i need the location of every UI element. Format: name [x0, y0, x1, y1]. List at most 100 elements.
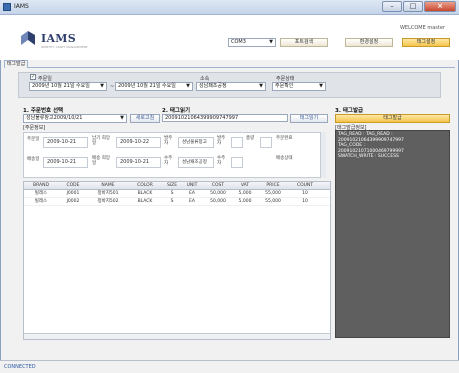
chevron-down-icon: ▼	[120, 115, 124, 121]
cell-code: J0001	[66, 191, 80, 196]
window-title: IAMS	[14, 3, 29, 10]
cell-size: S	[170, 191, 174, 196]
tag-read-button[interactable]: 태그읽기	[290, 114, 328, 123]
cell-price: 55,000	[265, 191, 281, 196]
table-hscrollbar[interactable]	[24, 333, 330, 339]
cell-code: J0002	[66, 199, 80, 204]
ship-status-label: 배송상태	[276, 156, 293, 161]
order-number-value: 성남물류창고2009/10/21	[26, 115, 83, 121]
cell-name: 청바지501	[97, 191, 119, 196]
cell-brand: 빌레스	[34, 191, 48, 196]
form-scrollbar[interactable]	[320, 132, 326, 178]
order-number-select[interactable]: 성남물류창고2009/10/21 ▼	[23, 114, 127, 123]
issuer-field-label: 발주자	[217, 136, 226, 146]
tag-issue-log: TAG_READ : TAG_READ : 200910210643999097…	[335, 130, 450, 338]
section1-title: 1. 주문번호 선택	[23, 108, 64, 114]
maximize-button[interactable]: □	[403, 1, 423, 12]
affiliation-label: 소속	[200, 76, 210, 82]
minimize-button[interactable]: –	[382, 1, 402, 12]
logo-subtitle: IDENTITY ASSET MANAGEMENT	[41, 45, 88, 49]
rcv-field-label: 수주자	[217, 156, 226, 166]
date-separator: ~	[110, 84, 115, 90]
order-date-field-label: 주문일	[27, 137, 40, 142]
cell-brand: 빌레스	[34, 199, 48, 204]
cell-count: 10	[302, 191, 308, 196]
welcome-text: WELCOME master	[399, 25, 445, 31]
cell-count: 10	[302, 199, 308, 204]
ship-date-field[interactable]: 2009-10-21	[43, 157, 88, 168]
receiver-field[interactable]: 성남패조공정	[178, 157, 214, 168]
order-date-field[interactable]: 2009-10-21	[43, 137, 88, 148]
tab-divider	[4, 67, 455, 68]
receiver-field-label: 수주자	[164, 156, 173, 166]
delivery-date-field[interactable]: 2009-10-22	[116, 137, 161, 148]
log-line: SWATCH_WRITE : SUCCESS	[338, 154, 399, 160]
cell-color: BLACK	[137, 191, 153, 196]
col-color[interactable]: COLOR	[128, 182, 162, 189]
col-price[interactable]: PRICE	[256, 182, 290, 189]
col-vat[interactable]: VAT	[234, 182, 256, 189]
table-row[interactable]: 빌레스 J0001 청바지501 BLACK S EA 50,000 5,000…	[24, 190, 330, 198]
order-status-select[interactable]: 주문확인 ▼	[272, 82, 326, 91]
issuer-field[interactable]	[231, 137, 243, 148]
status-bar: CONNECTED	[0, 360, 459, 373]
orderer-field[interactable]: 성남물류창고	[178, 137, 214, 148]
order-status-label: 주문상태	[276, 76, 295, 82]
chevron-down-icon: ▼	[319, 83, 323, 89]
cell-color: BLACK	[137, 199, 153, 204]
rcv-field[interactable]	[231, 157, 243, 168]
order-date-label: 주문일	[38, 76, 52, 82]
ship-hope-field[interactable]: 2009-10-21	[116, 157, 161, 168]
cell-unit: EA	[189, 199, 195, 204]
section2-title: 2. 태그읽기	[162, 108, 191, 114]
port-search-button[interactable]: 포트검색	[280, 38, 328, 47]
affiliation-select[interactable]: 성남패조공정 ▼	[196, 82, 266, 91]
close-button[interactable]: ×	[424, 1, 456, 12]
date-from-picker[interactable]: 2009년 10월 21일 수요일 ▼	[29, 82, 107, 91]
order-status-value: 주문확인	[275, 83, 294, 89]
col-count[interactable]: COUNT	[290, 182, 320, 189]
section3-title: 3. 태그발급	[335, 108, 364, 114]
order-date-checkbox[interactable]: ✓	[30, 74, 36, 80]
ship-date-field-label: 배송일	[27, 157, 40, 162]
connection-status: CONNECTED	[4, 364, 36, 370]
cell-vat: 5,000	[238, 199, 252, 204]
cell-cost: 50,000	[210, 191, 226, 196]
chevron-down-icon: ▼	[186, 83, 190, 89]
tag-read-field[interactable]: 20091021064399909747997	[162, 114, 288, 122]
date-to-value: 2009년 10월 21일 수요일	[118, 83, 176, 89]
cell-vat: 5,000	[238, 191, 252, 196]
qty-field[interactable]	[260, 137, 272, 148]
chevron-down-icon: ▼	[100, 83, 104, 89]
col-code[interactable]: CODE	[58, 182, 88, 189]
tag-settings-button[interactable]: 태그설정	[402, 38, 450, 47]
col-unit[interactable]: UNIT	[182, 182, 202, 189]
ship-date-value: 2009-10-21	[47, 159, 77, 165]
order-complete-label: 주문완료	[276, 136, 293, 141]
order-info-label: [주문정보]	[23, 125, 46, 131]
ship-hope-field-label: 배송 희망일	[92, 156, 110, 166]
tag-issue-button[interactable]: 태그발급	[335, 114, 450, 123]
port-select-value: COM3	[231, 39, 246, 45]
col-size[interactable]: SIZE	[162, 182, 182, 189]
table-row[interactable]: 빌레스 J0002 청바지502 BLACK S EA 50,000 5,000…	[24, 198, 330, 206]
port-select[interactable]: COM3 ▼	[228, 38, 276, 47]
refresh-button[interactable]: 새로고침	[130, 114, 160, 123]
delivery-date-field-label: 납기 희망일	[92, 136, 110, 146]
cell-price: 55,000	[265, 199, 281, 204]
col-brand[interactable]: BRAND	[24, 182, 58, 189]
col-name[interactable]: NAME	[88, 182, 128, 189]
qty-field-label: 총량	[246, 136, 255, 141]
app-icon	[3, 3, 11, 11]
cell-name: 청바지502	[97, 199, 119, 204]
col-cost[interactable]: COST	[202, 182, 234, 189]
chevron-down-icon: ▼	[269, 39, 273, 45]
affiliation-value: 성남패조공정	[199, 83, 227, 89]
tab-tag-issue[interactable]: 태그발급	[4, 60, 28, 68]
cell-size: S	[170, 199, 174, 204]
date-to-picker[interactable]: 2009년 10월 21일 수요일 ▼	[115, 82, 193, 91]
env-settings-button[interactable]: 환경설정	[345, 38, 393, 47]
logo-text: IAMS	[41, 32, 77, 45]
table-header: BRAND CODE NAME COLOR SIZE UNIT COST VAT…	[24, 182, 330, 190]
ship-hope-value: 2009-10-21	[120, 159, 150, 165]
